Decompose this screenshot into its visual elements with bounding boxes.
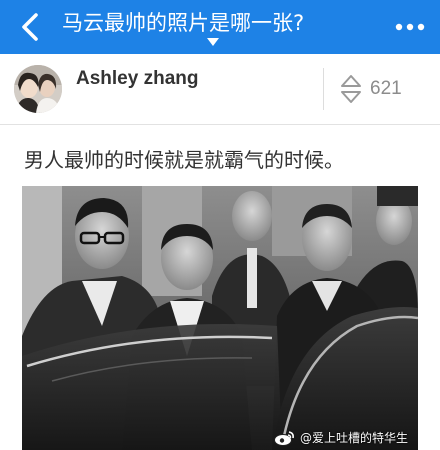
- chevron-left-icon: [22, 13, 38, 41]
- caret-down-icon[interactable]: [207, 38, 219, 47]
- more-button[interactable]: [392, 12, 428, 42]
- vote-count: 621: [370, 78, 402, 99]
- answer-header: Ashley zhang 621: [0, 54, 440, 125]
- top-nav-bar: 马云最帅的照片是哪一张?: [0, 0, 440, 54]
- question-title[interactable]: 马云最帅的照片是哪一张?: [62, 8, 378, 38]
- answer-text: 男人最帅的时候就是就霸气的时候。: [24, 148, 344, 172]
- watermark: @爱上吐槽的特华生: [273, 429, 408, 446]
- vote-arrows-icon: [341, 75, 361, 103]
- weibo-icon: [273, 430, 294, 446]
- answer-photo[interactable]: @爱上吐槽的特华生: [22, 186, 418, 450]
- photo-illustration: [22, 186, 418, 450]
- back-button[interactable]: [12, 9, 48, 45]
- author-name[interactable]: Ashley zhang: [76, 68, 198, 90]
- more-dots-icon: [395, 23, 425, 31]
- avatar[interactable]: [14, 65, 62, 113]
- avatar-image: [14, 65, 62, 113]
- vote-button[interactable]: 621: [340, 74, 402, 104]
- watermark-text: @爱上吐槽的特华生: [299, 431, 408, 445]
- divider: [323, 68, 324, 110]
